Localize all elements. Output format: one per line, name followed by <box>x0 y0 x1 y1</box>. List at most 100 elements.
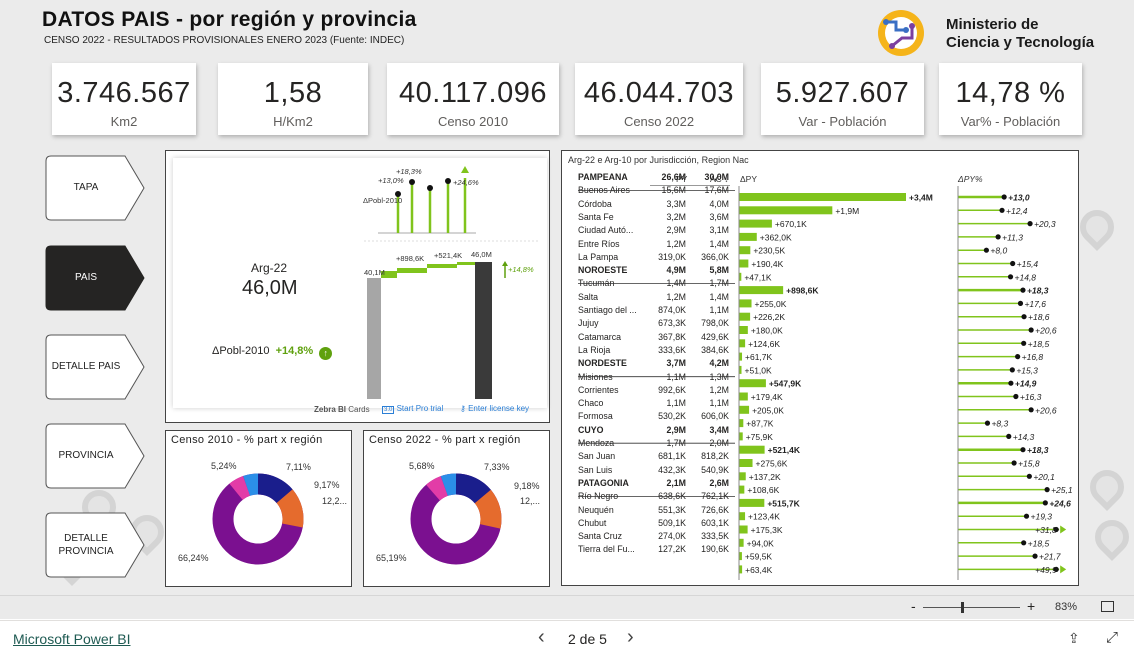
row-ac: 30,0M <box>704 172 729 182</box>
spark-val-1: +13,0% <box>378 176 404 185</box>
spark-dot <box>409 179 415 185</box>
bridge-label-1: +898,6K <box>396 254 424 263</box>
donut-label: 65,19% <box>376 553 407 563</box>
donut-slice-pink <box>229 475 251 501</box>
report-canvas: DATOS PAIS - por región y provincia CENS… <box>0 0 1134 595</box>
row-ac: 190,6K <box>701 544 729 555</box>
row-ac: 1,4M <box>709 291 729 302</box>
kpi-card-censo-2010: 40.117.096 Censo 2010 <box>387 63 559 135</box>
row-ac: 540,9K <box>701 464 729 475</box>
zoom-slider[interactable] <box>923 607 1020 608</box>
nav-button-detalle-pais[interactable]: DETALLE PAIS <box>45 334 145 400</box>
kpi-value: 40.117.096 <box>399 77 547 109</box>
row-ac: 2,0M <box>709 438 729 448</box>
bridge-step <box>427 264 457 268</box>
col-header-dpy[interactable]: ΔPY <box>740 174 757 184</box>
zoom-slider-thumb[interactable] <box>961 602 964 613</box>
col-header-dpy-pct[interactable]: ΔPY% <box>958 174 983 184</box>
donut-chart-2010: 5,24% 7,11% 9,17% 12,2... 66,24% <box>178 461 347 565</box>
donut-panel-2022: Censo 2022 - % part x región 5,68% 7,33%… <box>363 430 550 587</box>
ministry-logo-icon <box>878 10 924 56</box>
nav-button-detalle-provincia[interactable]: DETALLE PROVINCIA <box>45 512 145 578</box>
kpi-card-censo-2022: 46.044.703 Censo 2022 <box>575 63 743 135</box>
kpi-card-var-poblacion: 5.927.607 Var - Población <box>761 63 924 135</box>
donut-slice-navy <box>257 473 293 504</box>
nav-label: PAIS <box>74 272 98 283</box>
nav-button-pais[interactable]: PAIS <box>45 245 145 311</box>
enter-license-label: Enter license key <box>468 404 530 413</box>
donut-slice-pink <box>426 476 449 501</box>
row-ac: 333,5K <box>701 531 729 542</box>
key-icon: ⚷ <box>460 404 466 413</box>
page-subtitle: CENSO 2022 - RESULTADOS PROVISIONALES EN… <box>44 35 405 46</box>
row-ac: 603,1K <box>701 517 729 528</box>
donut-label: 9,17% <box>314 480 340 490</box>
bridge-label-2: +521,4K <box>434 251 462 260</box>
row-ac: 1,3M <box>709 371 729 382</box>
row-ac: 818,2K <box>701 451 729 462</box>
fit-to-page-icon[interactable] <box>1101 601 1114 612</box>
powerbi-footer: Microsoft Power BI ‹ 2 de 5 › ⇪ ⤢ <box>0 620 1134 655</box>
spark-dot <box>445 178 451 184</box>
kpi-card-density: 1,58 H/Km2 <box>218 63 368 135</box>
bridge-step <box>397 268 427 273</box>
next-page-button[interactable]: › <box>627 626 634 649</box>
kpi-value: 3.746.567 <box>57 77 191 109</box>
zebra-label: Zebra BI <box>314 405 347 414</box>
donut-label: 12,2... <box>322 496 347 506</box>
donut-panel-2010: Censo 2010 - % part x región 5,24% 7,11%… <box>165 430 352 587</box>
powerbi-brand-link[interactable]: Microsoft Power BI <box>13 631 130 647</box>
row-ac: 1,1M <box>709 305 729 315</box>
row-ac: 3,4M <box>709 424 729 435</box>
donut-chart-2022: 5,68% 7,33% 9,18% 12,... 65,19% <box>376 461 540 565</box>
start-pro-trial-link[interactable]: 3.0 Start Pro trial <box>382 404 443 414</box>
nav-label: PROVINCIA <box>58 450 114 461</box>
donut-label: 9,18% <box>514 481 540 491</box>
bridge-start-bar <box>367 278 381 399</box>
row-ac: 429,6K <box>701 331 729 342</box>
kpi-label: H/Km2 <box>273 114 313 129</box>
row-ac: 606,0K <box>701 411 729 422</box>
page-indicator: 2 de 5 <box>568 631 607 647</box>
fullscreen-icon[interactable]: ⤢ <box>1106 629 1118 646</box>
nav-label: DETALLE PROVINCIA <box>58 533 114 557</box>
zebra-brand: Zebra BI Cards <box>314 405 370 414</box>
donut-label: 5,24% <box>211 461 237 471</box>
row-ac: 1,2M <box>709 384 729 395</box>
row-ac: 3,1M <box>709 225 729 236</box>
enter-license-link[interactable]: ⚷ Enter license key <box>460 404 529 413</box>
nav-button-provincia[interactable]: PROVINCIA <box>45 423 145 489</box>
trial-icon: 3.0 <box>382 406 395 414</box>
donut-slice-navy <box>455 473 491 504</box>
donut-label: 7,11% <box>286 462 311 472</box>
table-title: Arg-22 e Arg-10 por Jurisdicción, Region… <box>568 155 749 165</box>
kpi-label: Censo 2022 <box>623 114 695 129</box>
kpi-value: 1,58 <box>263 77 323 109</box>
row-ac: 4,2M <box>709 358 729 369</box>
spark-up-arrow-icon <box>461 166 469 173</box>
nav-label: TAPA <box>73 182 99 193</box>
nav-button-tapa[interactable]: TAPA <box>45 155 145 221</box>
kpi-value: 5.927.607 <box>775 77 910 109</box>
zoom-out-button[interactable]: - <box>911 598 916 614</box>
kpi-card-km2: 3.746.567 Km2 <box>52 63 196 135</box>
row-ac: 1,1M <box>709 398 729 409</box>
nav-label: DETALLE PAIS <box>51 361 121 372</box>
spark-val-2: +18,3% <box>396 167 422 176</box>
zoom-value: 83% <box>1055 601 1078 613</box>
prev-page-button[interactable]: ‹ <box>538 626 545 649</box>
row-ac: 1,7M <box>709 278 729 289</box>
row-ac: 4,0M <box>709 198 729 209</box>
kpi-label: Var - Población <box>798 114 887 129</box>
ministry-name-line2: Ciencia y Tecnología <box>946 34 1095 51</box>
row-ac: 1,4M <box>709 238 729 249</box>
zoom-bar: - + 83% <box>0 595 1134 619</box>
kpi-label: Km2 <box>110 114 138 129</box>
ministry-name-line1: Ministerio de <box>946 16 1039 33</box>
zoom-in-button[interactable]: + <box>1027 598 1035 614</box>
share-icon[interactable]: ⇪ <box>1068 630 1080 647</box>
kpi-value: 46.044.703 <box>583 77 735 109</box>
donut-slice-blue <box>440 473 457 497</box>
card-charts: +13,0% +18,3% +24,6% ΔPobl-2010 40,1M +8… <box>363 166 538 399</box>
page-title: DATOS PAIS - por región y provincia <box>42 8 417 31</box>
